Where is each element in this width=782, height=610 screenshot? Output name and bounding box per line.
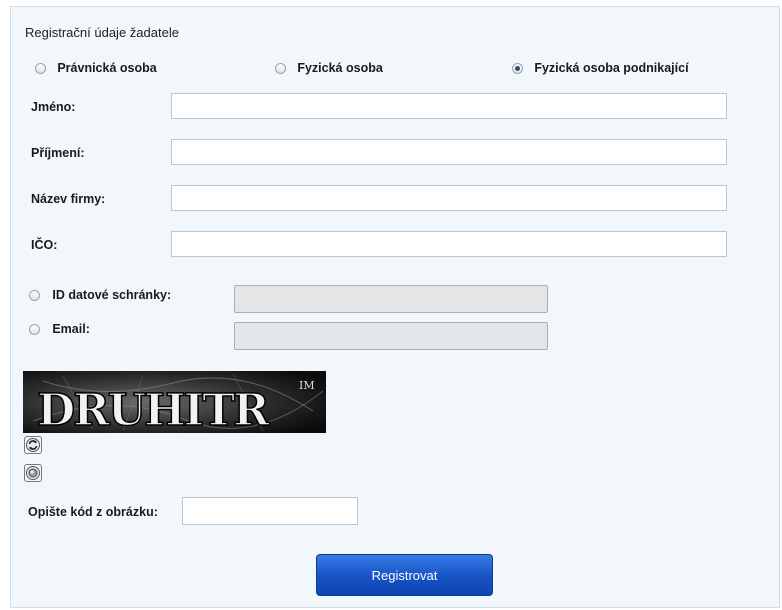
ico-input[interactable] bbox=[171, 231, 727, 257]
section-title: Registrační údaje žadatele bbox=[25, 25, 179, 40]
captcha-corner-mark: IM bbox=[299, 379, 315, 392]
radio-entrepreneur-label: Fyzická osoba podnikající bbox=[534, 61, 689, 75]
radio-icon[interactable] bbox=[35, 63, 46, 75]
last-name-input[interactable] bbox=[171, 139, 727, 165]
radio-databox[interactable]: ID datové schránky: bbox=[29, 288, 171, 302]
company-name-label: Název firmy: bbox=[31, 192, 106, 206]
email-label: Email: bbox=[52, 322, 90, 336]
captcha-graphic: DRUHITR IM bbox=[23, 371, 326, 433]
radio-email[interactable]: Email: bbox=[29, 322, 90, 336]
audio-captcha-button[interactable] bbox=[24, 464, 42, 482]
radio-icon[interactable] bbox=[275, 63, 286, 75]
last-name-label: Příjmení: bbox=[31, 146, 85, 160]
first-name-label: Jméno: bbox=[31, 100, 76, 114]
radio-legal-entity[interactable]: Právnická osoba bbox=[35, 61, 157, 75]
captcha-code-input[interactable] bbox=[182, 497, 358, 525]
radio-natural-person-label: Fyzická osoba bbox=[297, 61, 383, 75]
email-input[interactable] bbox=[234, 322, 548, 350]
radio-natural-person[interactable]: Fyzická osoba bbox=[275, 61, 383, 75]
radio-icon[interactable] bbox=[29, 290, 40, 302]
radio-icon[interactable] bbox=[29, 324, 40, 336]
refresh-icon bbox=[26, 438, 40, 452]
company-name-input[interactable] bbox=[171, 185, 727, 211]
first-name-input[interactable] bbox=[171, 93, 727, 119]
register-button-label: Registrovat bbox=[371, 567, 438, 583]
radio-icon-checked[interactable] bbox=[512, 63, 523, 75]
databox-label: ID datové schránky: bbox=[52, 288, 172, 302]
captcha-text: DRUHITR bbox=[37, 385, 270, 433]
refresh-captcha-button[interactable] bbox=[24, 436, 42, 454]
speaker-icon bbox=[26, 466, 40, 480]
ico-label: IČO: bbox=[31, 238, 58, 252]
register-button[interactable]: Registrovat bbox=[316, 554, 493, 596]
radio-legal-entity-label: Právnická osoba bbox=[57, 61, 157, 75]
captcha-image: DRUHITR IM bbox=[23, 371, 326, 433]
databox-input[interactable] bbox=[234, 285, 548, 313]
captcha-prompt-label: Opište kód z obrázku: bbox=[28, 505, 158, 519]
radio-entrepreneur[interactable]: Fyzická osoba podnikající bbox=[512, 61, 689, 75]
